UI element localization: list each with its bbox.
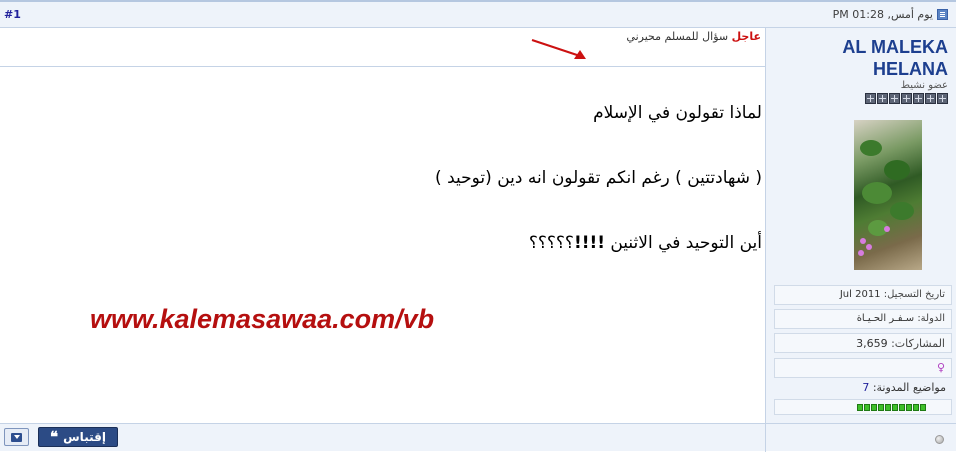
quote-button[interactable]: إقتباس ❝ [38, 427, 118, 447]
post-title-text: سؤال للمسلم محيرني [626, 30, 729, 43]
country-row: الدولة: سـفـر الحـيـاة [774, 309, 952, 329]
post-line-3-bold: !!!! [573, 233, 605, 253]
posts-count-row: المشاركات: 3,659 [774, 333, 952, 353]
post-line-3-suffix: ؟؟؟؟؟ [528, 233, 574, 253]
gender-row: ♀ [774, 358, 952, 378]
blog-topics-count[interactable]: 7 [862, 381, 869, 394]
user-title: عضو نشيط [900, 80, 948, 91]
posts-count-value: 3,659 [856, 337, 888, 350]
rank-cross-icon [925, 93, 936, 104]
post-line-2: ( شهادتتين ) رغم انكم تقولون انه دين (تو… [435, 168, 762, 188]
female-icon: ♀ [936, 361, 945, 374]
join-date-value: Jul 2011 [839, 289, 881, 300]
post-line-1-text: لماذا تقولون في الإسلام [593, 103, 762, 123]
rank-cross-icon [937, 93, 948, 104]
reputation-pip [913, 403, 919, 411]
join-date-row: تاريخ التسجيل: Jul 2011 [774, 285, 952, 305]
urgent-label: عاجل [731, 30, 761, 43]
post-icon [937, 9, 948, 20]
title-separator [0, 66, 765, 67]
rank-cross-icon [865, 93, 876, 104]
multiquote-button[interactable] [4, 428, 29, 446]
post-body: عاجل سؤال للمسلم محيرني لماذا تقولون في … [0, 28, 765, 428]
post-date: يوم أمس, 01:28 PM [833, 8, 948, 21]
post-line-2-text: ( شهادتتين ) رغم انكم تقولون انه دين (تو… [435, 168, 762, 188]
rank-cross-icon [889, 93, 900, 104]
user-rank-icons [865, 93, 948, 104]
reputation-pip [885, 403, 891, 411]
post-line-1: لماذا تقولون في الإسلام [593, 103, 762, 123]
post-title: عاجل سؤال للمسلم محيرني [626, 30, 761, 43]
reputation-pip [892, 403, 898, 411]
rank-cross-icon [877, 93, 888, 104]
blog-topics-label: مواضيع المدونة: [872, 381, 946, 394]
blog-topics-row: مواضيع المدونة: 7 [862, 381, 946, 394]
footer-divider [765, 424, 766, 452]
rank-cross-icon [901, 93, 912, 104]
post-header-bar: #1 يوم أمس, 01:28 PM [0, 0, 956, 28]
country-value: سـفـر الحـيـاة [856, 313, 915, 324]
reputation-bar [774, 399, 952, 415]
country-label: الدولة: [917, 313, 945, 324]
post-line-3-text: أين التوحيد في الاثنين [604, 233, 762, 253]
post-number-link[interactable]: #1 [4, 8, 21, 21]
reputation-pip [864, 403, 870, 411]
reputation-pip [906, 403, 912, 411]
posts-count-label: المشاركات: [891, 337, 945, 350]
post-footer-bar: إقتباس ❝ [0, 423, 956, 452]
quote-icon: ❝ [50, 428, 59, 446]
username-link[interactable]: AL MALEKA HELANA [778, 36, 948, 80]
offline-status-icon [935, 435, 944, 444]
post-line-3: أين التوحيد في الاثنين !!!!؟؟؟؟؟ [529, 233, 762, 253]
site-watermark: www.kalemasawaa.com/vb [90, 304, 435, 334]
user-info-panel: AL MALEKA HELANA عضو نشيط تاريخ التسجيل:… [765, 28, 956, 428]
red-arrow-icon [531, 39, 586, 59]
reputation-pip [857, 403, 863, 411]
quote-button-label: إقتباس [63, 430, 106, 444]
join-date-label: تاريخ التسجيل: [883, 289, 945, 300]
reputation-pip [920, 403, 926, 411]
reputation-pip [878, 403, 884, 411]
rank-cross-icon [913, 93, 924, 104]
avatar[interactable] [854, 120, 922, 270]
reputation-pip [871, 403, 877, 411]
reputation-pip [899, 403, 905, 411]
post-date-text: يوم أمس, 01:28 PM [832, 8, 933, 21]
